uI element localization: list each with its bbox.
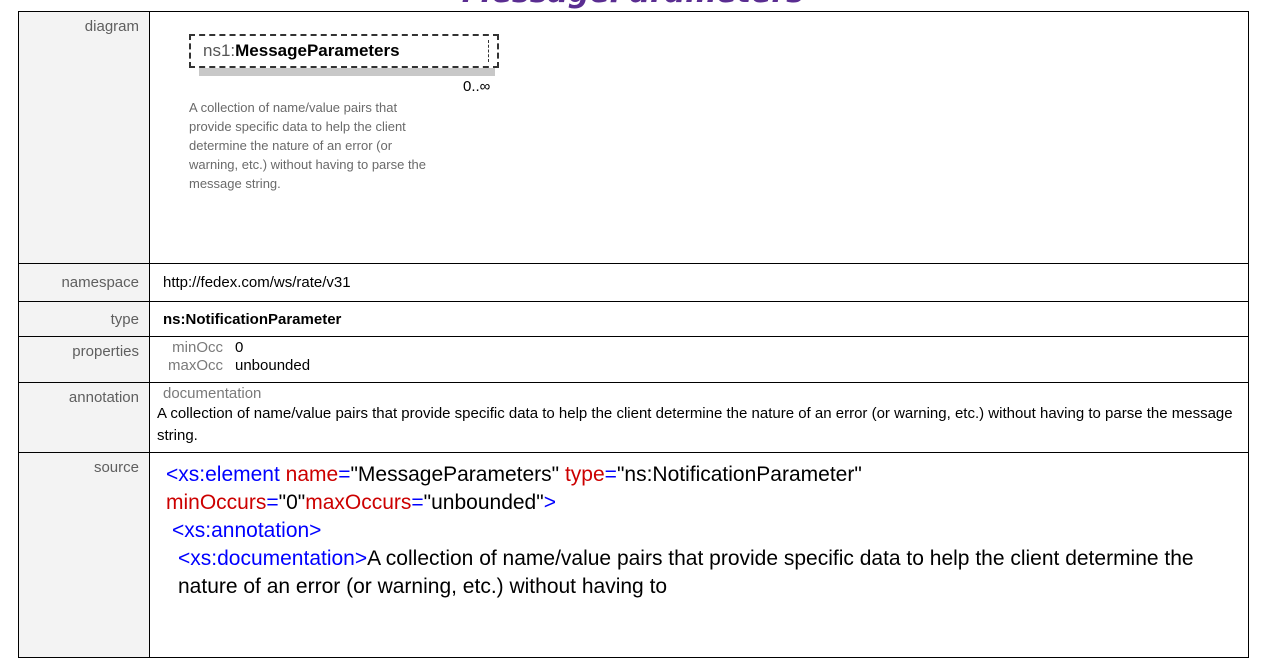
source-label: source — [18, 452, 150, 658]
source-code: <xs:element name="MessageParameters" typ… — [166, 457, 1248, 601]
source-annotation-tag: <xs:annotation> — [172, 519, 322, 542]
namespace-row: namespace http://fedex.com/ws/rate/v31 — [18, 263, 1249, 302]
annotation-row: annotation documentation A collection of… — [18, 382, 1249, 453]
annotation-label: annotation — [18, 382, 150, 453]
properties-label: properties — [18, 336, 150, 383]
source-attr-name-value: "MessageParameters" — [350, 463, 560, 486]
type-label: type — [18, 301, 150, 337]
diagram-label: diagram — [18, 11, 150, 264]
property-max: maxOcc unbounded — [163, 357, 1248, 375]
source-documentation-tag: <xs:documentation> — [178, 547, 368, 570]
property-min: minOcc 0 — [163, 339, 1248, 357]
source-line-4: <xs:documentation>A collection of name/v… — [166, 545, 1238, 601]
namespace-label: namespace — [18, 263, 150, 302]
properties-cell: minOcc 0 maxOcc unbounded — [149, 336, 1249, 383]
source-attr-type-value: "ns:NotificationParameter" — [616, 463, 862, 486]
cardinality-label: 0..∞ — [463, 78, 491, 95]
source-row: source <xs:element name="MessageParamete… — [18, 452, 1249, 658]
annotation-cell: documentation A collection of name/value… — [149, 382, 1249, 453]
property-min-key: minOcc — [172, 339, 223, 356]
element-doc-table: diagram ns1:MessageParameters 0..∞ A col… — [18, 11, 1249, 658]
element-diagram: ns1:MessageParameters 0..∞ A collection … — [163, 16, 499, 246]
source-close: > — [543, 491, 556, 514]
diagram-row: diagram ns1:MessageParameters 0..∞ A col… — [18, 11, 1249, 264]
property-max-key: maxOcc — [167, 357, 223, 374]
property-min-value: 0 — [235, 339, 244, 356]
source-attr-type: type — [564, 463, 605, 486]
source-attr-min-value: "0" — [278, 491, 306, 514]
diagram-annotation: A collection of name/value pairs that pr… — [189, 100, 427, 191]
element-box-marker — [488, 40, 495, 62]
source-attr-min: minOccurs — [166, 491, 267, 514]
type-row: type ns:NotificationParameter — [18, 301, 1249, 337]
source-line-2: minOccurs="0"maxOccurs="unbounded"> — [166, 489, 1238, 517]
element-name: MessageParameters — [235, 41, 400, 60]
source-eq: = — [411, 491, 424, 514]
type-value[interactable]: ns:NotificationParameter — [149, 301, 1249, 337]
source-eq: = — [604, 463, 617, 486]
source-cell: <xs:element name="MessageParameters" typ… — [149, 452, 1249, 658]
namespace-value: http://fedex.com/ws/rate/v31 — [149, 263, 1249, 302]
property-max-value: unbounded — [235, 357, 311, 374]
source-attr-max: maxOccurs — [305, 491, 412, 514]
source-attr-max-value: "unbounded" — [423, 491, 544, 514]
element-box[interactable]: ns1:MessageParameters — [189, 34, 499, 68]
source-line-1: <xs:element name="MessageParameters" typ… — [166, 461, 1238, 489]
source-element-tag: <xs:element — [166, 463, 280, 486]
source-eq: = — [338, 463, 351, 486]
annotation-heading: documentation — [163, 385, 262, 402]
source-line-3: <xs:annotation> — [166, 517, 1238, 545]
annotation-text: A collection of name/value pairs that pr… — [157, 405, 1233, 444]
source-eq: = — [266, 491, 279, 514]
element-prefix: ns1: — [203, 41, 236, 60]
properties-row: properties minOcc 0 maxOcc unbounded — [18, 336, 1249, 383]
diagram-cell: ns1:MessageParameters 0..∞ A collection … — [149, 11, 1249, 264]
source-attr-name: name — [285, 463, 339, 486]
